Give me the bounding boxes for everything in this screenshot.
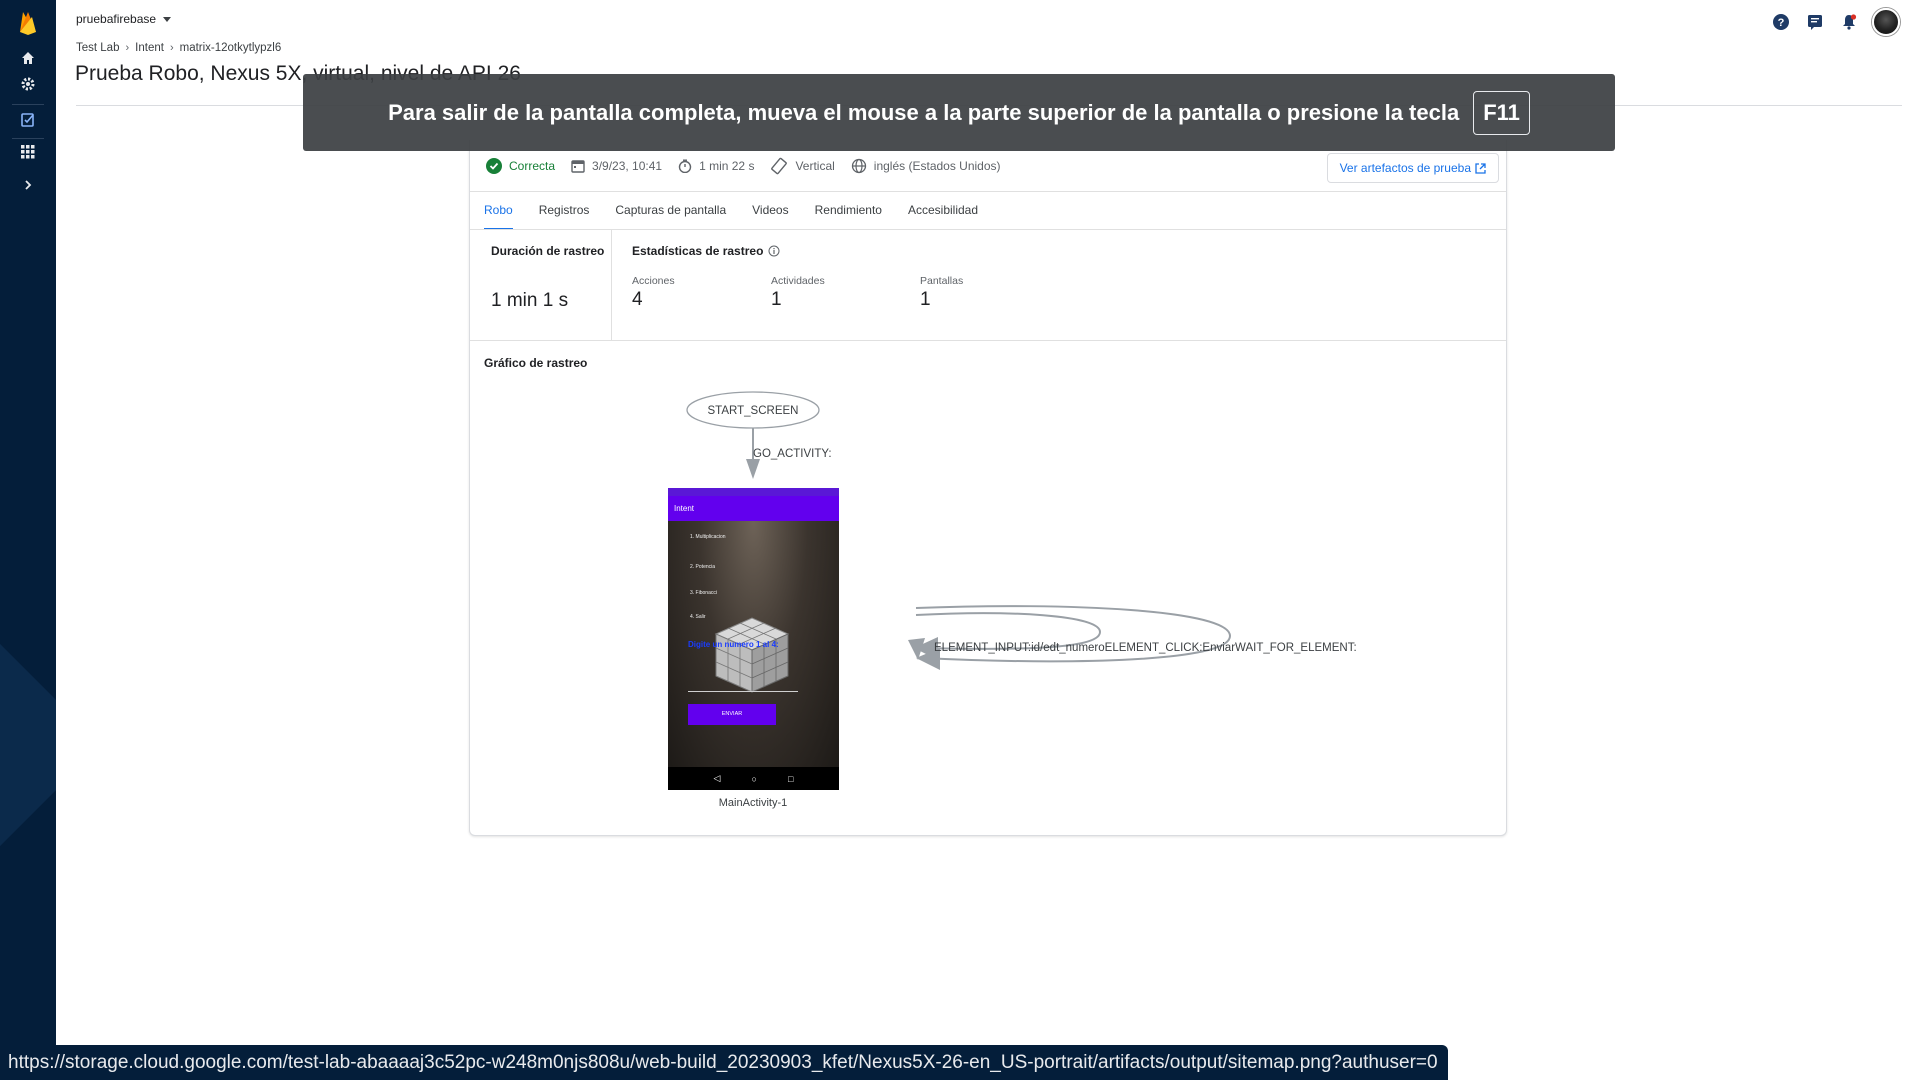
android-status-bar xyxy=(668,488,839,496)
menu-option-1: 1. Multiplicacion xyxy=(690,534,726,540)
breadcrumb-separator-icon: › xyxy=(125,42,130,54)
test-lab-icon[interactable] xyxy=(16,108,40,132)
breadcrumb-test-lab[interactable]: Test Lab xyxy=(76,42,119,54)
rail-decoration xyxy=(0,638,56,852)
main-activity-label: MainActivity-1 xyxy=(719,797,787,809)
rail-divider xyxy=(12,104,44,105)
notifications-bell-icon[interactable] xyxy=(1838,11,1860,33)
crawl-graph: START_SCREEN GO_ACTIVITY: ELEMENT_INPUT:… xyxy=(686,391,1357,809)
app-bar-title: Intent xyxy=(668,496,839,521)
f11-key-badge: F11 xyxy=(1473,90,1530,135)
go-activity-label: GO_ACTIVITY: xyxy=(753,448,832,460)
settings-gear-icon[interactable] xyxy=(16,72,40,96)
rubiks-cube-image xyxy=(714,617,790,693)
top-toolbar: ? xyxy=(1770,8,1900,36)
number-prompt: Digite un numero 1 al 4: xyxy=(688,640,779,649)
feedback-icon[interactable] xyxy=(1804,11,1826,33)
help-icon[interactable]: ? xyxy=(1770,11,1792,33)
side-rail xyxy=(0,0,56,1080)
fullscreen-notice-text: Para salir de la pantalla completa, muev… xyxy=(388,99,1460,125)
fullscreen-notice: Para salir de la pantalla completa, muev… xyxy=(303,74,1615,151)
menu-option-4: 4. Salir xyxy=(690,614,706,620)
breadcrumb-matrix[interactable]: matrix-12otkytlypzl6 xyxy=(180,42,282,54)
all-products-grid-icon[interactable] xyxy=(16,140,40,164)
firebase-logo-icon[interactable] xyxy=(16,8,40,36)
android-nav-bar: ◁ ○ □ xyxy=(668,767,839,790)
self-edges-label: ELEMENT_INPUT:id/edt_numeroELEMENT_CLICK… xyxy=(934,642,1357,654)
go-activity-arrowhead xyxy=(746,459,760,479)
home-circle-icon: ○ xyxy=(751,773,757,784)
menu-option-3: 3. Fibonacci xyxy=(690,590,717,596)
project-name: pruebafirebase xyxy=(76,12,157,26)
number-input-underline xyxy=(688,691,798,692)
expand-chevron-icon[interactable] xyxy=(16,173,40,197)
start-screen-label: START_SCREEN xyxy=(708,405,799,417)
user-avatar[interactable] xyxy=(1872,8,1900,36)
status-url-bar: https://storage.cloud.google.com/test-la… xyxy=(0,1045,1448,1080)
svg-text:?: ? xyxy=(1778,17,1785,29)
screenshot-node[interactable]: Intent 1. Multiplicacion 2. Potencia 3. … xyxy=(668,488,839,790)
home-icon[interactable] xyxy=(16,46,40,70)
recents-icon: □ xyxy=(788,773,794,784)
project-selector[interactable]: pruebafirebase xyxy=(76,12,172,26)
dropdown-caret-icon xyxy=(163,17,172,22)
send-button: ENVIAR xyxy=(688,704,776,725)
breadcrumb: Test Lab › Intent › matrix-12otkytlypzl6 xyxy=(76,42,281,54)
test-result-card: Correcta 3/9/23, 10:41 1 min 22 s Vertic… xyxy=(469,140,1507,836)
breadcrumb-intent[interactable]: Intent xyxy=(135,42,164,54)
rail-divider xyxy=(12,138,44,139)
back-icon: ◁ xyxy=(713,773,721,783)
breadcrumb-separator-icon: › xyxy=(169,42,174,54)
menu-option-2: 2. Potencia xyxy=(690,564,716,570)
